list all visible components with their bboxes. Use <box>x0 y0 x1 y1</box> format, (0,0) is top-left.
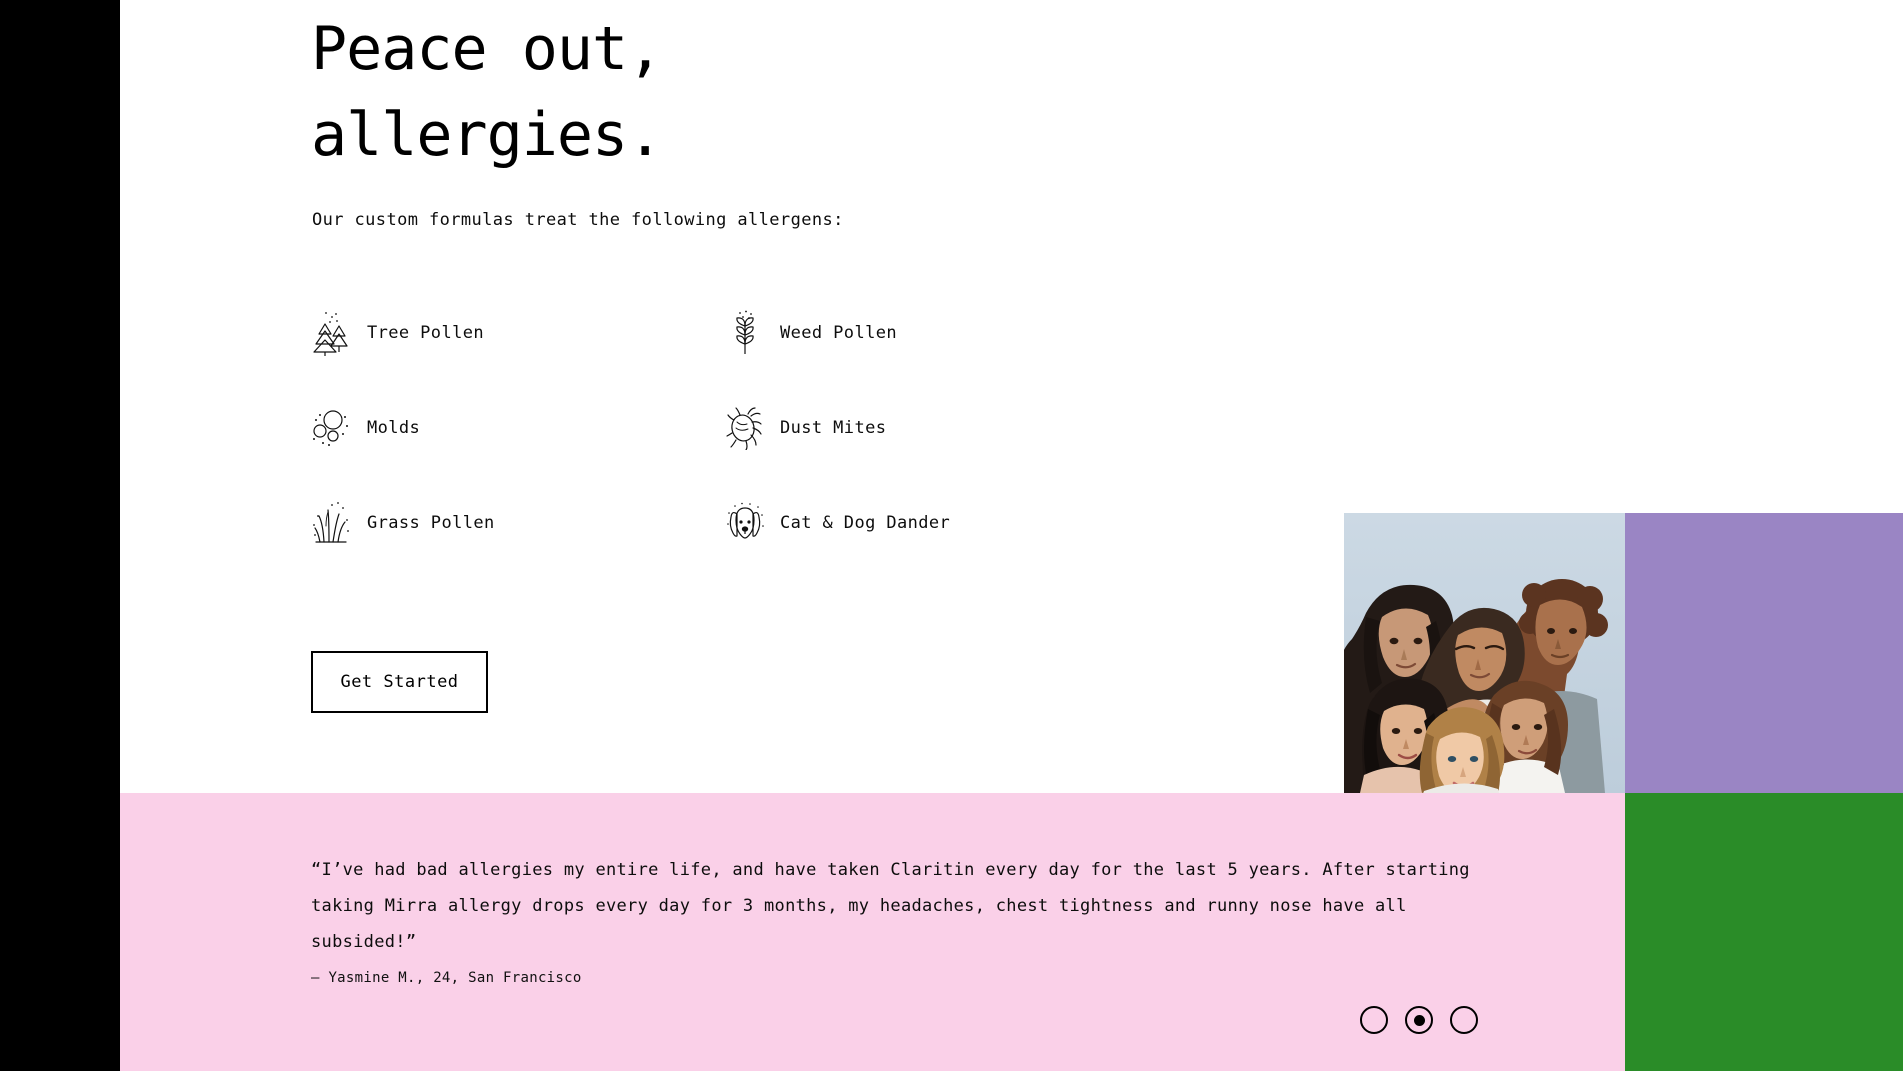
carousel-dot-3[interactable] <box>1450 1006 1478 1034</box>
left-black-bar <box>0 0 120 1071</box>
weed-pollen-icon <box>724 308 766 358</box>
testimonial-carousel-dots <box>1360 1006 1478 1034</box>
allergen-label: Dust Mites <box>780 417 887 438</box>
allergen-list: Tree Pollen Weed Pollen Molds Dust Mites… <box>311 285 1031 570</box>
grass-pollen-icon <box>311 498 353 548</box>
allergen-item-grass-pollen: Grass Pollen <box>311 475 724 570</box>
purple-color-block <box>1625 513 1903 793</box>
allergen-label: Grass Pollen <box>367 512 495 533</box>
allergen-label: Weed Pollen <box>780 322 897 343</box>
allergen-intro-text: Our custom formulas treat the following … <box>312 210 844 230</box>
testimonial-author: – Yasmine M., 24, San Francisco <box>311 970 582 986</box>
carousel-dot-1[interactable] <box>1360 1006 1388 1034</box>
allergen-label: Tree Pollen <box>367 322 484 343</box>
allergen-item-weed-pollen: Weed Pollen <box>724 285 1137 380</box>
dust-mites-icon <box>724 403 766 453</box>
testimonial-quote: “I’ve had bad allergies my entire life, … <box>311 860 1470 952</box>
green-color-block <box>1625 793 1903 1071</box>
molds-icon <box>311 403 353 453</box>
allergen-item-dust-mites: Dust Mites <box>724 380 1137 475</box>
dot-inner <box>1413 1014 1425 1026</box>
allergen-label: Molds <box>367 417 421 438</box>
allergen-label: Cat & Dog Dander <box>780 512 951 533</box>
allergen-item-tree-pollen: Tree Pollen <box>311 285 724 380</box>
allergen-item-cat-dog-dander: Cat & Dog Dander <box>724 475 1137 570</box>
landing-page: Peace out, allergies. Our custom formula… <box>0 0 1903 1071</box>
group-photo <box>1344 513 1625 793</box>
page-title: Peace out, allergies. <box>311 14 663 170</box>
cat-dog-dander-icon <box>724 498 766 548</box>
carousel-dot-2[interactable] <box>1405 1006 1433 1034</box>
tree-pollen-icon <box>311 308 353 358</box>
get-started-button[interactable]: Get Started <box>311 651 488 713</box>
allergen-item-molds: Molds <box>311 380 724 475</box>
